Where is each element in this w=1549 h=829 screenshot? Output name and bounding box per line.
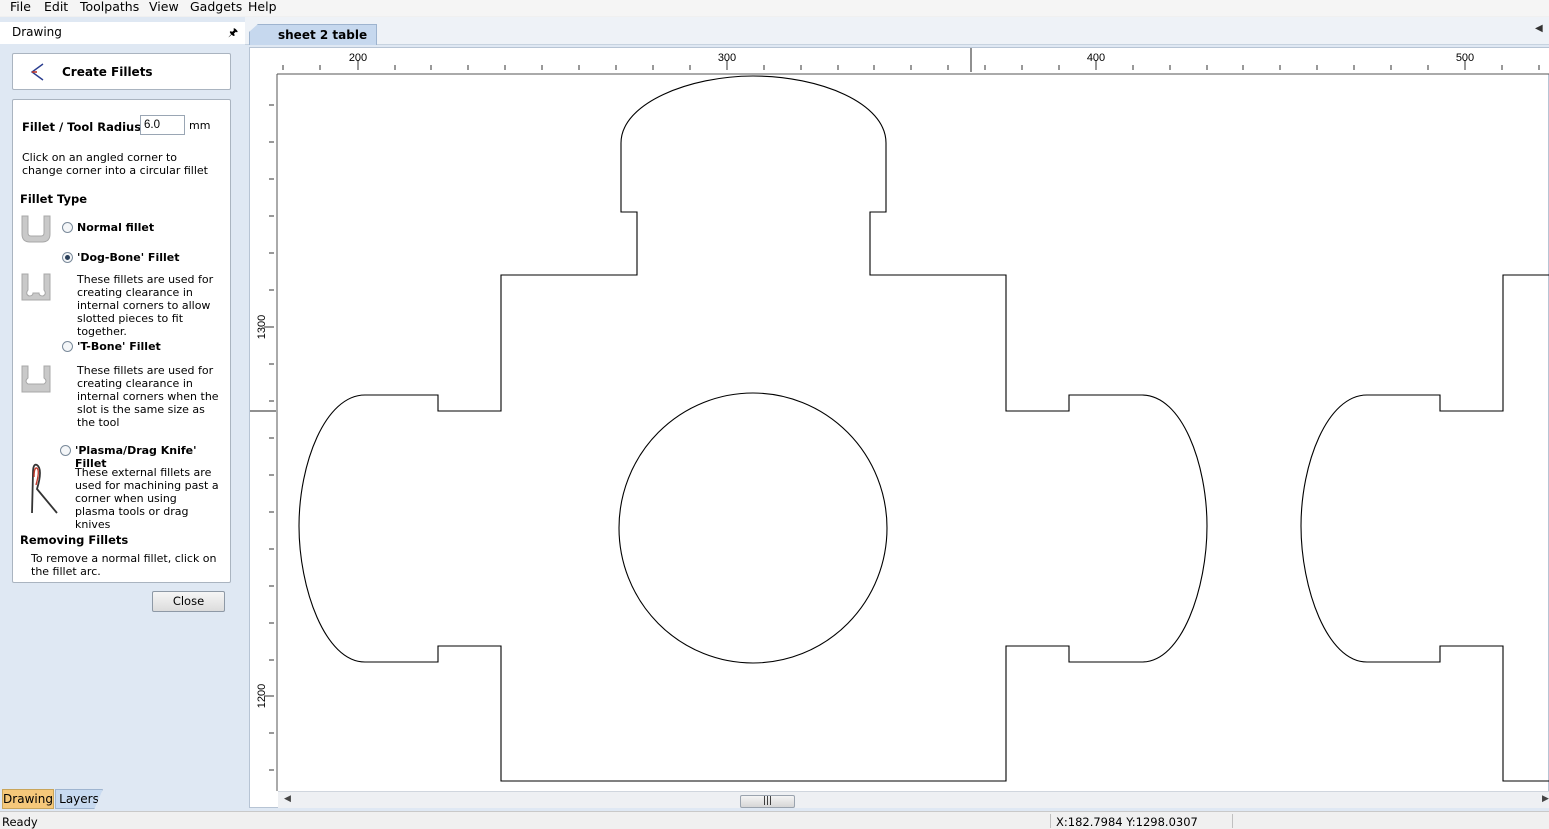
menu-gadgets[interactable]: Gadgets <box>190 0 242 14</box>
radius-unit: mm <box>189 119 211 132</box>
normal-fillet-radio[interactable] <box>62 222 73 233</box>
status-divider <box>1232 814 1233 828</box>
scroll-thumb[interactable]: ||| <box>740 795 795 808</box>
drawing-canvas[interactable]: 200 300 400 500 1300 1200 ◀ ||| ▶ <box>249 47 1549 808</box>
radius-label: Fillet / Tool Radius: <box>22 120 146 134</box>
ruler-y-label: 1300 <box>256 315 268 339</box>
adjacent-part-outline[interactable] <box>1300 274 1549 782</box>
menu-edit[interactable]: Edit <box>44 0 68 14</box>
panel-title-bar: Drawing 🖈 <box>0 22 245 44</box>
plasma-knife-icon <box>31 463 58 514</box>
menu-file[interactable]: File <box>10 0 31 14</box>
panel-title: Drawing <box>12 25 62 39</box>
ruler-x-label: 500 <box>1456 52 1474 64</box>
pin-icon[interactable]: 🖈 <box>228 24 238 43</box>
t-bone-fillet-label[interactable]: 'T-Bone' Fillet <box>77 340 161 353</box>
create-fillets-title: Create Fillets <box>62 65 153 79</box>
fillet-options: Fillet / Tool Radius: mm Click on an ang… <box>12 99 231 583</box>
drawing-panel: Drawing 🖈 Create Fillets Fillet / Tool R… <box>0 17 245 811</box>
normal-fillet-icon <box>21 215 51 243</box>
menu-help[interactable]: Help <box>248 0 277 14</box>
status-bar: Ready X:182.7984 Y:1298.0307 <box>0 811 1549 829</box>
scroll-right-icon[interactable]: ▶ <box>1542 794 1549 804</box>
tab-layers[interactable]: Layers <box>55 789 103 809</box>
dog-bone-description: These fillets are used for creating clea… <box>77 273 214 338</box>
document-tab-label: sheet 2 table <box>278 28 368 42</box>
dog-bone-fillet-icon <box>21 273 51 301</box>
t-bone-description: These fillets are used for creating clea… <box>77 364 219 429</box>
close-button[interactable]: Close <box>152 591 225 612</box>
back-arrow-icon[interactable] <box>27 61 49 83</box>
status-divider <box>1050 814 1051 828</box>
radius-input[interactable] <box>140 115 185 135</box>
scroll-left-icon[interactable]: ◀ <box>284 794 291 804</box>
dog-bone-fillet-label[interactable]: 'Dog-Bone' Fillet <box>77 251 179 264</box>
document-tab-strip: sheet 2 table ◀ <box>245 17 1549 45</box>
part-outline[interactable] <box>298 75 1549 782</box>
fillet-type-heading: Fillet Type <box>20 192 87 206</box>
menu-view[interactable]: View <box>149 0 179 14</box>
plasma-description: These external fillets are used for mach… <box>75 466 219 531</box>
canvas-svg: 200 300 400 500 1300 1200 <box>250 48 1549 791</box>
removing-fillets-text: To remove a normal fillet, click on the … <box>31 552 217 578</box>
t-bone-fillet-radio[interactable] <box>62 341 73 352</box>
removing-fillets-heading: Removing Fillets <box>20 533 129 547</box>
panel-tabs: Drawing Layers <box>0 789 245 809</box>
tab-scroll-left-icon[interactable]: ◀ <box>1535 23 1543 34</box>
fillet-hint: Click on an angled corner to change corn… <box>22 151 208 177</box>
tab-drawing[interactable]: Drawing <box>2 789 54 809</box>
ruler-y-label: 1200 <box>256 684 268 708</box>
center-circle[interactable] <box>618 392 888 664</box>
menu-toolpaths[interactable]: Toolpaths <box>80 0 139 14</box>
ruler-x-label: 300 <box>718 52 736 64</box>
t-bone-fillet-icon <box>21 365 51 393</box>
create-fillets-header: Create Fillets <box>12 53 231 90</box>
plasma-fillet-radio[interactable] <box>60 445 71 456</box>
dog-bone-fillet-radio[interactable] <box>62 252 73 263</box>
document-area: sheet 2 table ◀ 200 300 400 500 1300 120… <box>245 17 1549 811</box>
menu-bar: File Edit Toolpaths View Gadgets Help <box>0 0 1549 16</box>
horizontal-scrollbar[interactable]: ◀ ||| ▶ <box>278 791 1549 808</box>
normal-fillet-label[interactable]: Normal fillet <box>77 221 154 234</box>
ruler-x-label: 400 <box>1087 52 1105 64</box>
ruler-x-label: 200 <box>349 52 367 64</box>
tab-sheet-2-table[interactable]: sheet 2 table <box>249 24 377 45</box>
